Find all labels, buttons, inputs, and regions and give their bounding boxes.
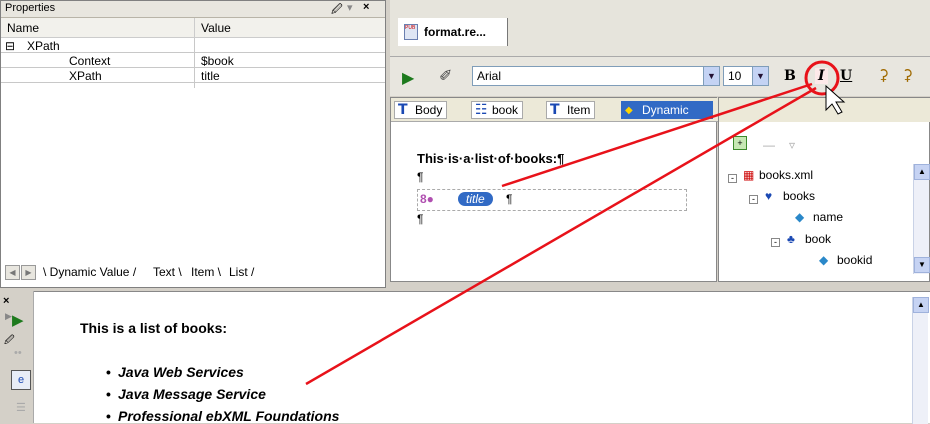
annotation-overlay xyxy=(305,60,846,386)
annotation-circle xyxy=(804,60,840,96)
cursor-icon xyxy=(825,84,846,115)
annotation-arrow xyxy=(305,86,817,386)
annotation-arrow xyxy=(501,82,813,188)
